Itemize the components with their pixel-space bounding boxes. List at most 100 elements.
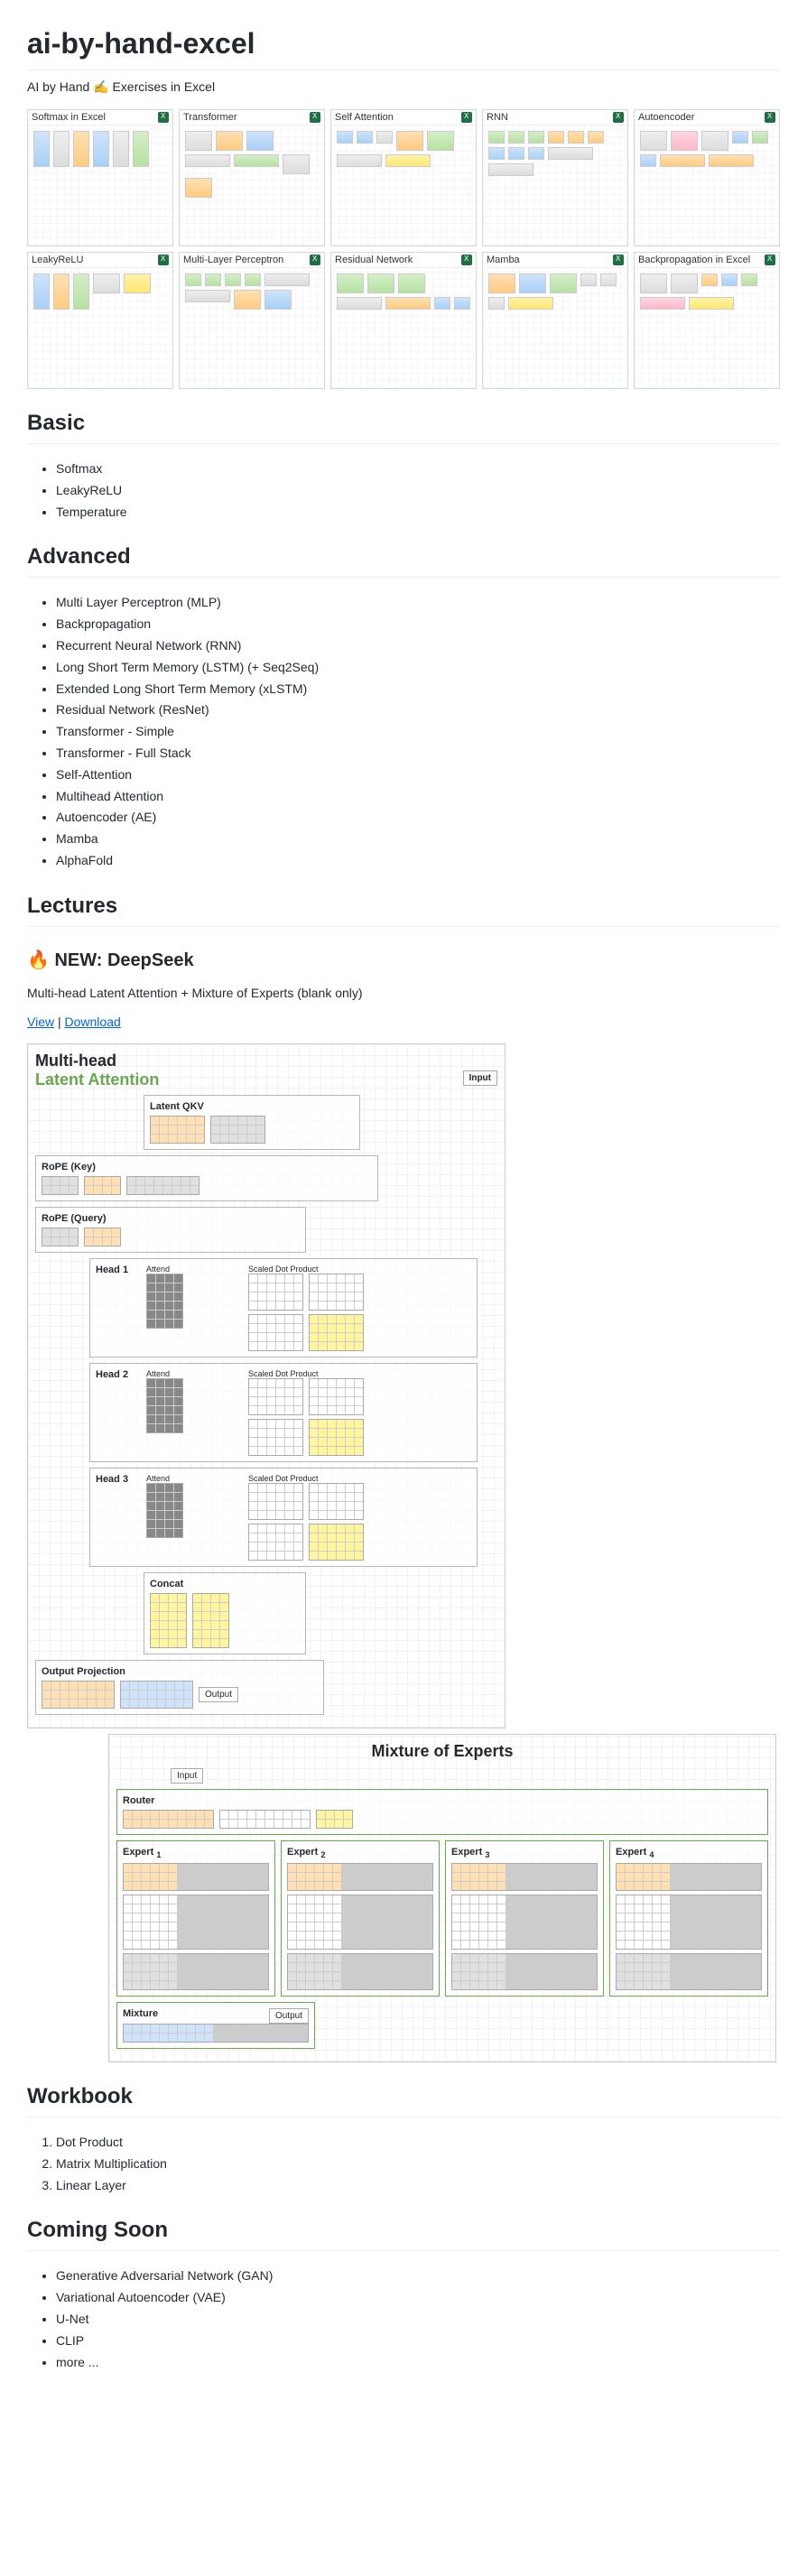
list-item: Extended Long Short Term Memory (xLSTM) [56,679,780,700]
thumbnail-title: LeakyReLU [32,255,83,265]
excel-icon [613,112,624,123]
head1-label: Head 1 [96,1265,141,1275]
list-item: Dot Product [56,2132,780,2154]
moe-output-label: Output [269,2008,309,2024]
thumbnail-title: Self Attention [335,112,394,123]
list-item: U-Net [56,2309,780,2330]
excel-icon [765,255,775,265]
excel-icon [310,112,320,123]
sdp-label: Scaled Dot Product [248,1369,364,1378]
excel-icon [158,255,169,265]
list-item: Variational Autoencoder (VAE) [56,2287,780,2309]
list-item: Multi Layer Perceptron (MLP) [56,592,780,614]
list-item: Generative Adversarial Network (GAN) [56,2266,780,2287]
list-item: CLIP [56,2330,780,2352]
thumbnail: LeakyReLU [27,252,173,389]
mla-output-label: Output [199,1687,238,1702]
attend-label: Attend [146,1474,183,1483]
list-item: Recurrent Neural Network (RNN) [56,635,780,657]
thumbnail-title: Backpropagation in Excel [638,255,750,265]
workbook-list: Dot Product Matrix Multiplication Linear… [27,2132,780,2196]
list-item: Self-Attention [56,764,780,786]
lectures-heading: Lectures [27,894,780,927]
list-item: Long Short Term Memory (LSTM) (+ Seq2Seq… [56,657,780,679]
list-item: Matrix Multiplication [56,2154,780,2175]
latent-qkv-label: Latent QKV [150,1101,354,1112]
excel-icon [765,112,775,123]
workbook-heading: Workbook [27,2084,780,2117]
list-item: Transformer - Full Stack [56,743,780,764]
excel-icon [613,255,624,265]
moe-title: Mixture of Experts [116,1742,768,1761]
sdp-label: Scaled Dot Product [248,1474,364,1483]
list-item: LeakyReLU [56,480,780,502]
head3-label: Head 3 [96,1474,141,1485]
advanced-list: Multi Layer Perceptron (MLP) Backpropaga… [27,592,780,871]
coming-soon-list: Generative Adversarial Network (GAN) Var… [27,2266,780,2373]
advanced-heading: Advanced [27,544,780,578]
list-item: Transformer - Simple [56,721,780,743]
list-item: Backpropagation [56,614,780,635]
list-item: Temperature [56,502,780,524]
basic-list: Softmax LeakyReLU Temperature [27,459,780,523]
mixture-label: Mixture [123,2008,158,2019]
thumbnail-title: Transformer [183,112,237,123]
expert-label: Expert [451,1847,482,1858]
list-item: Residual Network (ResNet) [56,700,780,721]
list-item: more ... [56,2352,780,2374]
thumbnail: Backpropagation in Excel [634,252,780,389]
thumbnail: Transformer [179,109,325,246]
download-link[interactable]: Download [65,1015,121,1029]
mla-figure: Multi-head Latent Attention Input Latent… [27,1043,506,1728]
thumbnail-title: RNN [487,112,508,123]
expert-label: Expert [616,1847,646,1858]
list-item: Mamba [56,829,780,850]
excel-icon [310,255,320,265]
page-subtitle: AI by Hand ✍️ Exercises in Excel [27,79,780,95]
moe-input-label: Input [171,1768,203,1784]
thumbnail: Self Attention [330,109,477,246]
output-projection-label: Output Projection [42,1666,125,1677]
mla-title-a: Multi-head [35,1052,116,1070]
attend-label: Attend [146,1265,183,1274]
concat-label: Concat [150,1579,300,1589]
thumbnail: Autoencoder [634,109,780,246]
mla-title-c: Attention [88,1070,159,1089]
excel-icon [158,112,169,123]
rope-key-label: RoPE (Key) [42,1162,372,1172]
router-label: Router [123,1795,762,1806]
thumbnail-grid: Softmax in Excel Transformer Self Attent… [27,109,780,389]
head2-label: Head 2 [96,1369,141,1380]
new-deepseek-desc: Multi-head Latent Attention + Mixture of… [27,986,780,1000]
list-item: Softmax [56,459,780,480]
thumbnail: Softmax in Excel [27,109,173,246]
thumbnail-title: Residual Network [335,255,413,265]
rope-query-label: RoPE (Query) [42,1213,300,1224]
coming-soon-heading: Coming Soon [27,2218,780,2251]
mla-input-label: Input [463,1070,497,1086]
excel-icon [461,255,472,265]
list-item: Multihead Attention [56,786,780,808]
expert-label: Expert [287,1847,318,1858]
thumbnail-title: Autoencoder [638,112,694,123]
lecture-links: View | Download [27,1015,780,1029]
thumbnail: Mamba [482,252,628,389]
thumbnail-title: Softmax in Excel [32,112,106,123]
list-item: Linear Layer [56,2175,780,2197]
new-deepseek-heading: 🔥 NEW: DeepSeek [27,949,780,971]
sdp-label: Scaled Dot Product [248,1265,364,1274]
attend-label: Attend [146,1369,183,1378]
page-title: ai-by-hand-excel [27,27,780,70]
thumbnail: Residual Network [330,252,477,389]
mla-title-b: Latent [35,1070,88,1089]
thumbnail-title: Mamba [487,255,520,265]
view-link[interactable]: View [27,1015,54,1029]
excel-icon [461,112,472,123]
thumbnail: Multi-Layer Perceptron [179,252,325,389]
thumbnail-title: Multi-Layer Perceptron [183,255,283,265]
list-item: AlphaFold [56,850,780,872]
basic-heading: Basic [27,411,780,444]
thumbnail: RNN [482,109,628,246]
list-item: Autoencoder (AE) [56,807,780,829]
expert-label: Expert [123,1847,153,1858]
